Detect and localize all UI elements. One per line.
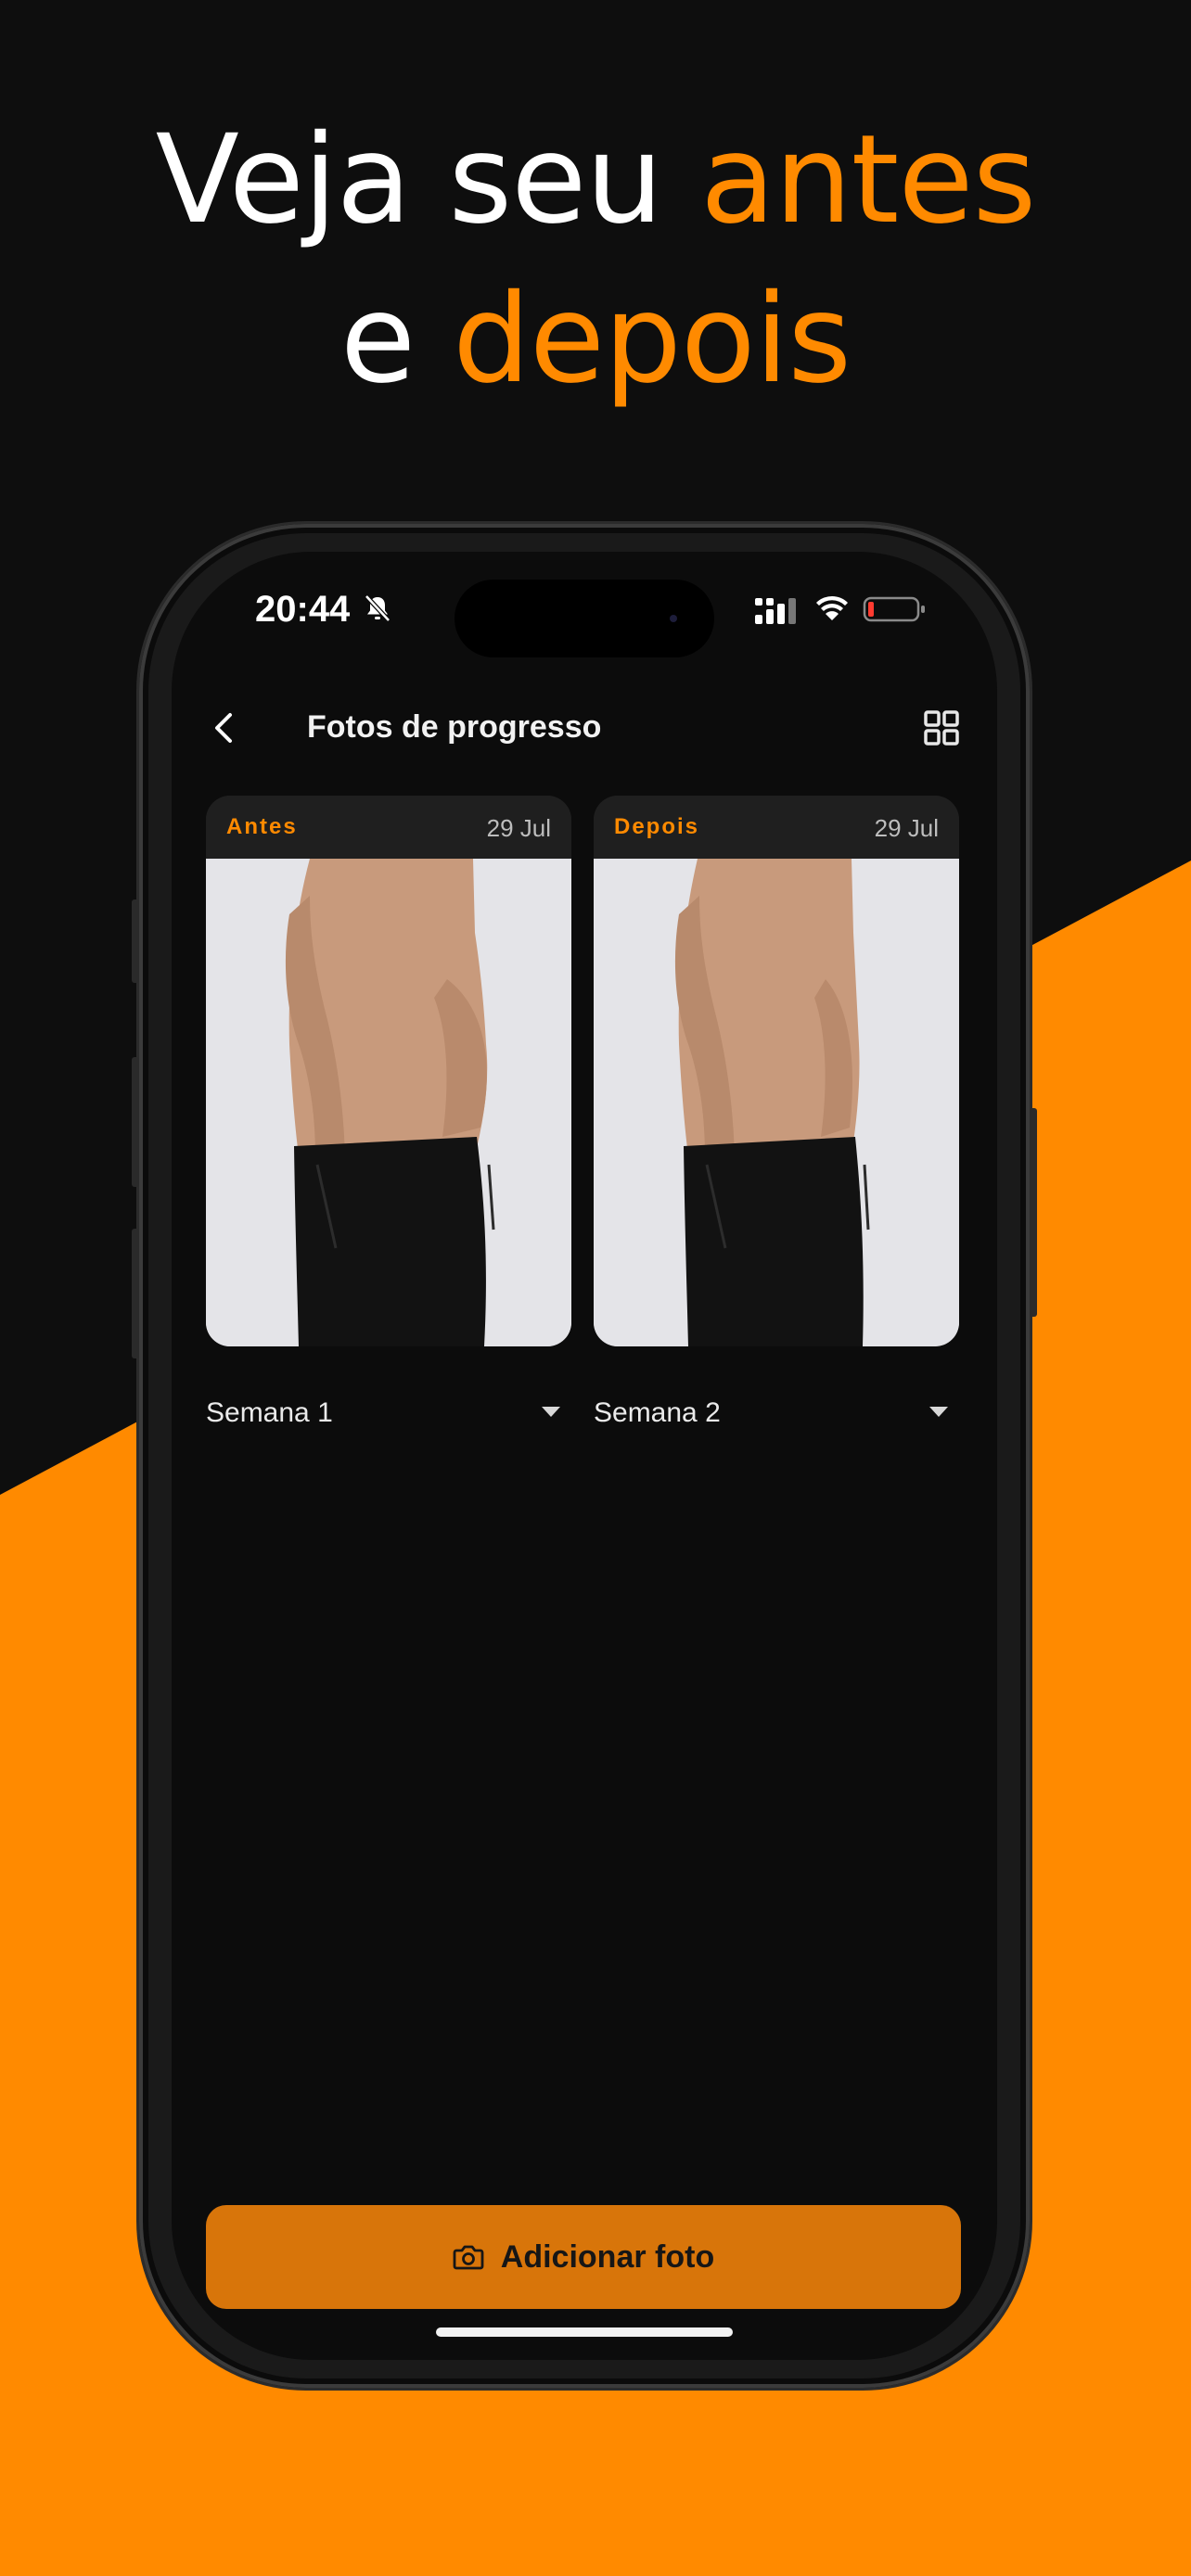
grid-icon[interactable]: [923, 709, 960, 746]
caret-down-icon: [542, 1407, 560, 1417]
headline-line-2-text: e: [339, 268, 454, 411]
phone-power-button: [1030, 1108, 1037, 1317]
after-progress-photo: [594, 859, 959, 1346]
signal-icon: [755, 598, 796, 624]
bell-slash-icon: [365, 594, 391, 622]
week-select-before[interactable]: Semana 1: [206, 1386, 571, 1442]
page-title: Fotos de progresso: [307, 709, 602, 745]
top-navigation: Fotos de progresso: [172, 691, 997, 765]
wifi-icon: [816, 595, 848, 620]
card-header: Antes 29 Jul: [206, 796, 571, 859]
status-bar: 20:44: [172, 552, 997, 663]
add-photo-button[interactable]: Adicionar foto: [206, 2205, 961, 2309]
card-label-depois: Depois: [614, 814, 700, 839]
before-photo-card[interactable]: Antes 29 Jul: [206, 796, 571, 1346]
card-label-antes: Antes: [226, 814, 298, 839]
island-camera-dot: [670, 615, 677, 622]
after-photo-card[interactable]: Depois 29 Jul: [594, 796, 959, 1346]
headline-accent-antes: antes: [700, 108, 1036, 251]
headline-line-2: e depois: [0, 260, 1191, 419]
battery-icon: [863, 596, 925, 622]
headline-line-1: Veja seu antes: [0, 100, 1191, 260]
add-photo-button-content: Adicionar foto: [206, 2205, 961, 2309]
dynamic-island: [455, 580, 714, 657]
week-select-value: Semana 1: [206, 1397, 333, 1428]
week-select-after[interactable]: Semana 2: [594, 1386, 959, 1442]
phone-frame: 20:44 Fotos de progresso Antes 29 Jul De…: [132, 524, 1037, 2388]
headline-line-1-text: Veja seu: [155, 108, 701, 251]
phone-volume-down: [132, 1229, 139, 1358]
home-indicator[interactable]: [436, 2327, 733, 2337]
phone-screen: 20:44 Fotos de progresso Antes 29 Jul De…: [172, 552, 997, 2360]
card-date: 29 Jul: [874, 814, 939, 842]
week-select-value: Semana 2: [594, 1397, 721, 1428]
card-date: 29 Jul: [486, 814, 551, 842]
headline-accent-depois: depois: [453, 268, 852, 411]
headline: Veja seu antes e depois: [0, 100, 1191, 419]
camera-icon: [453, 2245, 484, 2270]
card-header: Depois 29 Jul: [594, 796, 959, 859]
chevron-left-icon[interactable]: [204, 708, 245, 748]
status-time: 20:44: [255, 589, 351, 630]
before-progress-photo: [206, 859, 571, 1346]
phone-volume-up: [132, 1057, 139, 1187]
caret-down-icon: [929, 1407, 948, 1417]
add-photo-label: Adicionar foto: [500, 2238, 715, 2275]
phone-mute-switch: [132, 899, 139, 983]
